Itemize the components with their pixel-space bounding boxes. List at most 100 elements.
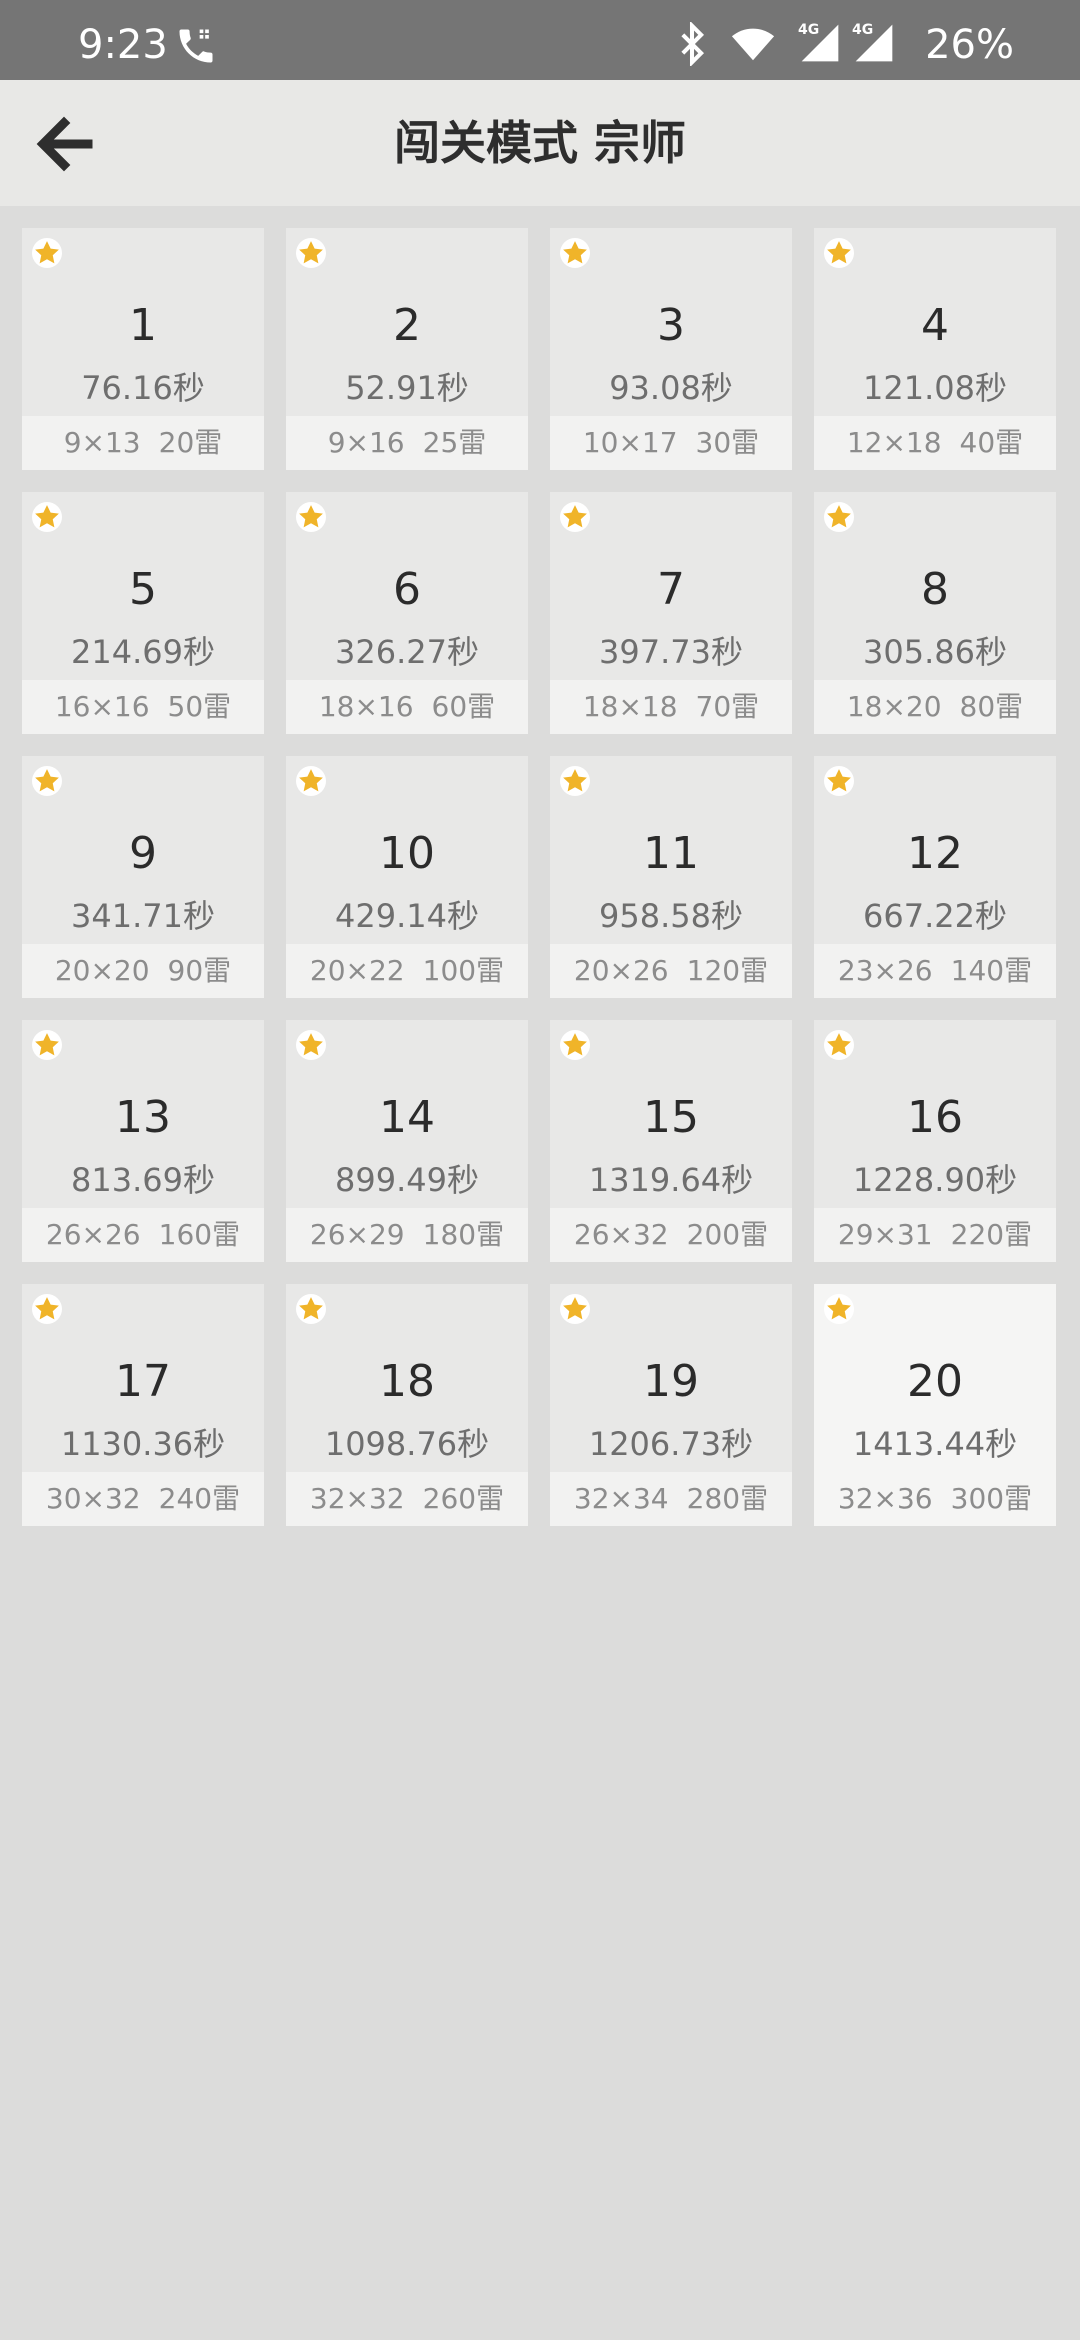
- level-info: 29×31 220雷: [814, 1208, 1056, 1262]
- level-info: 9×16 25雷: [286, 416, 528, 470]
- mine-count: 240雷: [158, 1482, 241, 1515]
- board-size: 20×20: [54, 954, 150, 987]
- star-icon: [32, 1030, 62, 1060]
- level-number: 17: [115, 1356, 171, 1407]
- star-icon: [824, 502, 854, 532]
- level-card-7[interactable]: 7 397.73秒 18×18 70雷: [550, 492, 792, 734]
- star-icon: [560, 1030, 590, 1060]
- star-icon: [560, 238, 590, 268]
- level-card-15[interactable]: 15 1319.64秒 26×32 200雷: [550, 1020, 792, 1262]
- level-number: 3: [657, 300, 685, 351]
- level-best-time: 52.91秒: [345, 369, 469, 407]
- level-best-time: 1098.76秒: [324, 1425, 490, 1463]
- level-best-time: 667.22秒: [863, 897, 1007, 935]
- status-time: 9:23: [78, 22, 168, 68]
- mine-count: 20雷: [158, 426, 223, 459]
- mine-count: 70雷: [695, 690, 760, 723]
- star-icon: [32, 502, 62, 532]
- level-info: 23×26 140雷: [814, 944, 1056, 998]
- level-best-time: 813.69秒: [71, 1161, 215, 1199]
- mine-count: 25雷: [422, 426, 487, 459]
- star-icon: [296, 766, 326, 796]
- level-card-5[interactable]: 5 214.69秒 16×16 50雷: [22, 492, 264, 734]
- level-number: 18: [379, 1356, 435, 1407]
- level-number: 12: [907, 828, 963, 879]
- level-info: 20×26 120雷: [550, 944, 792, 998]
- app-bar: 闯关模式 宗师: [0, 80, 1080, 206]
- level-card-13[interactable]: 13 813.69秒 26×26 160雷: [22, 1020, 264, 1262]
- status-icons: 4G 4G: [660, 0, 1080, 80]
- level-card-1[interactable]: 1 76.16秒 9×13 20雷: [22, 228, 264, 470]
- star-icon: [560, 1294, 590, 1324]
- mine-count: 80雷: [959, 690, 1024, 723]
- board-size: 32×34: [573, 1482, 669, 1515]
- board-size: 18×16: [318, 690, 414, 723]
- star-icon: [296, 238, 326, 268]
- level-number: 20: [907, 1356, 963, 1407]
- level-card-14[interactable]: 14 899.49秒 26×29 180雷: [286, 1020, 528, 1262]
- star-icon: [560, 502, 590, 532]
- board-size: 32×36: [837, 1482, 933, 1515]
- mine-count: 30雷: [695, 426, 760, 459]
- level-best-time: 899.49秒: [335, 1161, 479, 1199]
- level-info: 18×20 80雷: [814, 680, 1056, 734]
- level-best-time: 93.08秒: [609, 369, 733, 407]
- level-card-12[interactable]: 12 667.22秒 23×26 140雷: [814, 756, 1056, 998]
- level-card-6[interactable]: 6 326.27秒 18×16 60雷: [286, 492, 528, 734]
- level-best-time: 1130.36秒: [60, 1425, 226, 1463]
- level-card-8[interactable]: 8 305.86秒 18×20 80雷: [814, 492, 1056, 734]
- level-card-2[interactable]: 2 52.91秒 9×16 25雷: [286, 228, 528, 470]
- signal-icon: [801, 24, 839, 62]
- level-best-time: 326.27秒: [335, 633, 479, 671]
- level-best-time: 429.14秒: [335, 897, 479, 935]
- mine-count: 200雷: [686, 1218, 769, 1251]
- level-card-19[interactable]: 19 1206.73秒 32×34 280雷: [550, 1284, 792, 1526]
- level-card-9[interactable]: 9 341.71秒 20×20 90雷: [22, 756, 264, 998]
- level-best-time: 397.73秒: [599, 633, 743, 671]
- level-number: 2: [393, 300, 421, 351]
- level-card-20[interactable]: 20 1413.44秒 32×36 300雷: [814, 1284, 1056, 1526]
- level-best-time: 341.71秒: [71, 897, 215, 935]
- star-icon: [560, 766, 590, 796]
- mine-count: 280雷: [686, 1482, 769, 1515]
- level-number: 14: [379, 1092, 435, 1143]
- level-number: 11: [643, 828, 699, 879]
- level-card-16[interactable]: 16 1228.90秒 29×31 220雷: [814, 1020, 1056, 1262]
- level-best-time: 1206.73秒: [588, 1425, 754, 1463]
- level-best-time: 214.69秒: [71, 633, 215, 671]
- mine-count: 50雷: [167, 690, 232, 723]
- star-icon: [824, 238, 854, 268]
- level-best-time: 121.08秒: [863, 369, 1007, 407]
- level-number: 4: [921, 300, 949, 351]
- level-info: 20×22 100雷: [286, 944, 528, 998]
- level-best-time: 958.58秒: [599, 897, 743, 935]
- level-grid: 1 76.16秒 9×13 20雷 2 52.91秒 9×16 25雷 3 93.08秒 10×17…: [22, 228, 1058, 1526]
- level-best-time: 1319.64秒: [588, 1161, 754, 1199]
- level-info: 30×32 240雷: [22, 1472, 264, 1526]
- board-size: 30×32: [45, 1482, 141, 1515]
- board-size: 20×26: [573, 954, 669, 987]
- level-number: 9: [129, 828, 157, 879]
- star-icon: [296, 502, 326, 532]
- star-icon: [824, 1294, 854, 1324]
- star-icon: [32, 1294, 62, 1324]
- level-info: 12×18 40雷: [814, 416, 1056, 470]
- level-info: 26×29 180雷: [286, 1208, 528, 1262]
- page-title: 闯关模式 宗师: [393, 116, 686, 170]
- level-card-3[interactable]: 3 93.08秒 10×17 30雷: [550, 228, 792, 470]
- level-card-17[interactable]: 17 1130.36秒 30×32 240雷: [22, 1284, 264, 1526]
- mine-count: 140雷: [950, 954, 1033, 987]
- level-card-10[interactable]: 10 429.14秒 20×22 100雷: [286, 756, 528, 998]
- level-card-4[interactable]: 4 121.08秒 12×18 40雷: [814, 228, 1056, 470]
- board-size: 9×13: [63, 426, 141, 459]
- mine-count: 100雷: [422, 954, 505, 987]
- level-number: 1: [129, 300, 157, 351]
- board-size: 9×16: [327, 426, 405, 459]
- level-info: 26×26 160雷: [22, 1208, 264, 1262]
- level-card-18[interactable]: 18 1098.76秒 32×32 260雷: [286, 1284, 528, 1526]
- level-info: 32×34 280雷: [550, 1472, 792, 1526]
- phone-call-icon: [179, 29, 213, 63]
- star-icon: [296, 1294, 326, 1324]
- level-card-11[interactable]: 11 958.58秒 20×26 120雷: [550, 756, 792, 998]
- board-size: 16×16: [54, 690, 150, 723]
